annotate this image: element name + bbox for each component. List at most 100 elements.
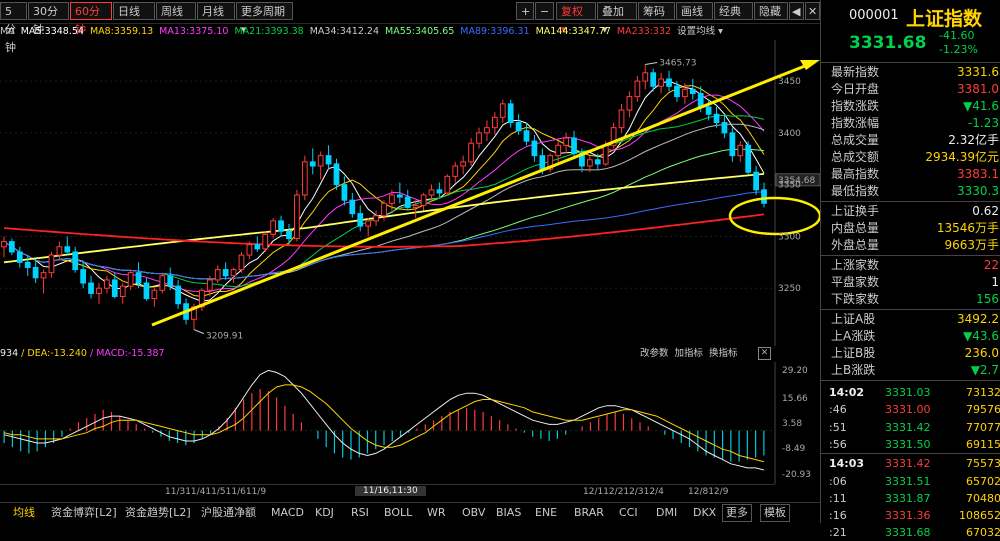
period-tab-0[interactable]: 5分钟 [0,2,27,54]
tick-volume: 70480 [966,491,1000,505]
indicator-tab-3[interactable]: 沪股通净额 [198,505,259,521]
period-tab-2[interactable]: 60分钟 [70,2,112,36]
stat-value: 2934.39亿元 [925,150,999,164]
collapse-icon[interactable]: ◀ [789,2,804,20]
dif-label: 934 [0,348,19,359]
indicator-tab-2[interactable]: 资金趋势[L2] [122,505,194,521]
indicator-tab-5[interactable]: KDJ [312,505,337,521]
trendline[interactable] [151,60,816,327]
period-tab-5[interactable]: 月线 [197,2,235,20]
stat-value: 13546万手 [936,221,999,235]
toolbar-button-7[interactable]: 隐藏 [754,2,788,20]
indicator-tab-15[interactable]: DKX [690,505,719,521]
tick-volume: 79576 [966,403,1000,417]
toolbar-button-3[interactable]: 叠加 ▾ [597,2,637,36]
tick-price: 3331.03 [885,386,931,399]
candle [373,210,379,227]
period-tab-1[interactable]: 30分钟 [28,2,69,36]
candlestick-chart[interactable]: 3465.733209.91 345034003354.683350330032… [0,40,820,346]
toolbar-button-1[interactable]: − [535,2,554,20]
tick-row: :56 3331.50 69115 [821,436,1000,453]
candle [713,106,720,128]
indicator-tab-8[interactable]: WR [424,505,449,521]
indicator-tab-14[interactable]: DMI [653,505,680,521]
stat-label: 最低指数 [831,184,880,198]
candle [167,267,174,291]
tick-time: :46 [829,403,847,417]
macd-btn-2[interactable]: 换指标 [709,348,738,359]
toolbar-button-6[interactable]: 经典 [714,2,753,20]
tick-price: 3331.68 [885,526,931,540]
ma-legend-item: MA233:332 [616,26,672,37]
tick-price: 3331.36 [885,509,931,523]
toolbar-button-2[interactable]: 复权 ▾ [556,2,596,36]
tick-volume: 73132 [966,386,1000,399]
tick-row: :21 3331.68 67032 [821,524,1000,541]
candle [452,161,459,183]
candle [159,272,166,294]
stat-label: 上B涨跌 [831,363,876,377]
ma-legend-item: MA21:3393.38 [234,26,304,37]
ma-legend-item: 设置均线 ▾ [677,26,723,37]
tick-row: :06 3331.51 65702 [821,473,1000,490]
ma-legend: MA MA5:3348.54 MA8:3359.13 MA13:3375.10 MA21… [0,24,775,40]
close-icon[interactable]: ✕ [758,347,771,360]
candle [404,189,411,211]
stat-label: 上证换手 [831,204,880,218]
macd-chart[interactable]: 29.20 15.66 3.58 -8.49 -20.93 [0,362,820,484]
stat-value: 22 [983,258,999,272]
candle [420,192,427,211]
candle [127,269,134,291]
close-window-icon[interactable]: ✕ [805,2,820,20]
stat-value: 1 [991,275,999,289]
indicator-tab-7[interactable]: BOLL [381,505,415,521]
indicator-tab-4[interactable]: MACD [268,505,307,521]
stat-value: 3331.6 [957,65,999,79]
toolbar-button-0[interactable]: + [516,2,534,20]
tick-time: :16 [829,509,847,523]
indicator-tab-13[interactable]: CCI [616,505,641,521]
candle [199,288,205,311]
candle [24,255,31,276]
candle [151,288,158,307]
period-tab-3[interactable]: 日线 [113,2,155,20]
indicator-tab-16[interactable]: 更多 [722,504,752,522]
candle [301,155,308,201]
stat-label: 下跌家数 [831,292,880,306]
price-tick: 3450 [778,77,801,87]
stat-value: ▼43.6 [963,329,999,343]
candle [642,64,649,90]
period-tab-6[interactable]: 更多周期 ▾ [236,2,293,36]
macd-btn-1[interactable]: 加指标 [675,348,704,359]
indicator-tab-10[interactable]: BIAS [493,505,524,521]
index-change: -41.60 [939,29,975,42]
candle [278,215,284,237]
toolbar-button-4[interactable]: 筹码 [638,2,675,20]
indicator-tab-0[interactable]: 均线 [10,505,38,521]
time-cursor-label: 11/16,11:30 [355,486,426,496]
time-axis: 11/311/411/511/611/9 11/16,11:30 12/112/… [0,484,775,502]
indicator-tab-11[interactable]: ENE [532,505,560,521]
stat-row: 指数涨幅 -1.23 [821,115,1000,132]
candle [238,251,245,273]
stat-value: 156 [976,292,999,306]
period-tab-4[interactable]: 周线 [156,2,196,20]
indicator-tab-9[interactable]: OBV [459,505,488,521]
indicator-tab-1[interactable]: 资金博弈[L2] [48,505,120,521]
indicator-tab-6[interactable]: RSI [348,505,372,521]
tick-row: :51 3331.42 77077 [821,419,1000,436]
toolbar-button-5[interactable]: 画线 [676,2,713,20]
candle [214,265,221,284]
candle [737,141,744,162]
macd-btn-0[interactable]: 改参数 [640,348,669,359]
stat-row: 内盘总量 13546万手 [821,220,1000,237]
stat-label: 平盘家数 [831,275,880,289]
tick-volume: 69115 [966,437,1000,451]
indicator-tab-17[interactable]: 模板 [760,504,790,522]
stat-value: ▼2.7 [970,363,999,377]
candle [1,236,7,258]
indicator-tab-12[interactable]: BRAR [571,505,607,521]
candle [531,134,538,162]
candle [365,217,372,237]
macd-tick: 3.58 [782,419,802,429]
